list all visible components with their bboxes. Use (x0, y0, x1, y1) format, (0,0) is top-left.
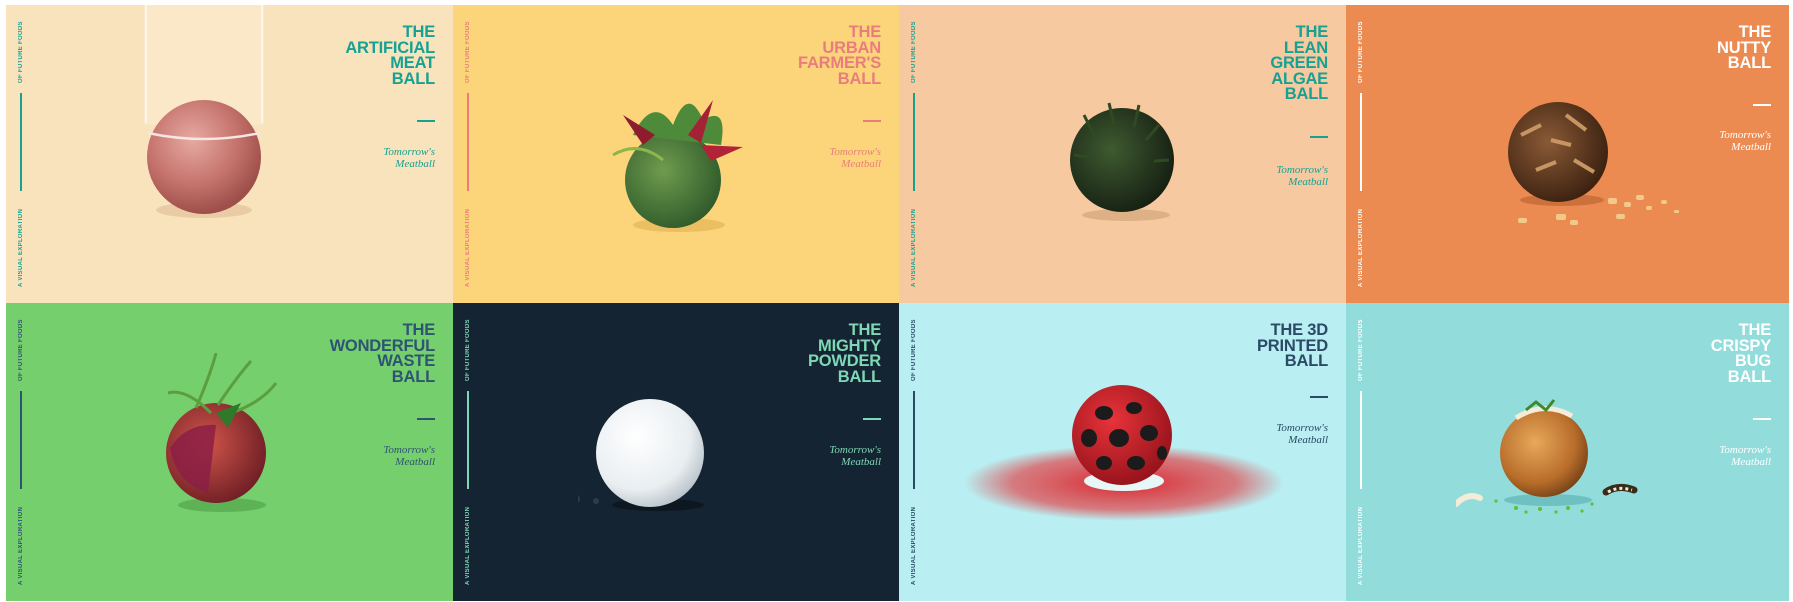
meatball-illustration (578, 399, 704, 511)
poster-grid: OF FUTURE FOODS A VISUAL EXPLORATION THE… (6, 5, 1789, 601)
side-rail: OF FUTURE FOODS A VISUAL EXPLORATION (907, 5, 921, 303)
tagline: Tomorrow's Meatball (1276, 164, 1328, 188)
side-text-bottom: A VISUAL EXPLORATION (18, 506, 24, 585)
side-text-bottom: A VISUAL EXPLORATION (911, 506, 917, 585)
side-text-bottom: A VISUAL EXPLORATION (465, 506, 471, 585)
meatball-illustration (612, 100, 743, 232)
tagline: Tomorrow's Meatball (1719, 444, 1771, 468)
panel-title: THE URBAN FARMER'S BALL (798, 23, 881, 88)
side-line (1360, 93, 1362, 191)
divider-dash (863, 120, 881, 122)
meatball-illustration (144, 5, 264, 218)
side-text-bottom: A VISUAL EXPLORATION (1358, 208, 1364, 287)
panel-title: THE ARTIFICIAL MEAT BALL (345, 23, 435, 88)
side-rail: OF FUTURE FOODS A VISUAL EXPLORATION (14, 5, 28, 303)
side-rail: OF FUTURE FOODS A VISUAL EXPLORATION (1354, 5, 1368, 303)
divider-dash (1753, 104, 1771, 106)
side-text-bottom: A VISUAL EXPLORATION (1358, 506, 1364, 585)
side-rail: OF FUTURE FOODS A VISUAL EXPLORATION (907, 303, 921, 601)
meatball-illustration (1456, 399, 1638, 514)
side-rail: OF FUTURE FOODS A VISUAL EXPLORATION (461, 5, 475, 303)
side-text-top: OF FUTURE FOODS (911, 319, 917, 381)
panel-title: THE CRISPY BUG BALL (1710, 321, 1771, 386)
side-text-bottom: A VISUAL EXPLORATION (911, 208, 917, 287)
tagline: Tomorrow's Meatball (383, 146, 435, 170)
tagline: Tomorrow's Meatball (1276, 422, 1328, 446)
side-text-top: OF FUTURE FOODS (465, 21, 471, 83)
tagline: Tomorrow's Meatball (1719, 129, 1771, 153)
divider-dash (1753, 418, 1771, 420)
panel-urban-farmers-ball: OF FUTURE FOODS A VISUAL EXPLORATION THE… (453, 5, 899, 303)
side-line (20, 93, 22, 191)
panel-lean-green-algae-ball: OF FUTURE FOODS A VISUAL EXPLORATION THE… (899, 5, 1346, 303)
divider-dash (417, 418, 435, 420)
side-text-top: OF FUTURE FOODS (911, 21, 917, 83)
side-rail: OF FUTURE FOODS A VISUAL EXPLORATION (461, 303, 475, 601)
panel-title: THE 3D PRINTED BALL (1256, 321, 1328, 370)
divider-dash (1310, 396, 1328, 398)
panel-title: THE LEAN GREEN ALGAE BALL (1270, 23, 1328, 103)
side-text-bottom: A VISUAL EXPLORATION (465, 208, 471, 287)
side-text-top: OF FUTURE FOODS (1358, 21, 1364, 83)
side-line (20, 391, 22, 489)
side-text-top: OF FUTURE FOODS (18, 319, 24, 381)
side-text-bottom: A VISUAL EXPLORATION (18, 208, 24, 287)
side-line (913, 93, 915, 191)
divider-dash (863, 418, 881, 420)
side-rail: OF FUTURE FOODS A VISUAL EXPLORATION (14, 303, 28, 601)
panel-title: THE NUTTY BALL (1717, 23, 1771, 72)
panel-nutty-ball: OF FUTURE FOODS A VISUAL EXPLORATION THE… (1346, 5, 1789, 303)
divider-dash (1310, 136, 1328, 138)
panel-wonderful-waste-ball: OF FUTURE FOODS A VISUAL EXPLORATION THE… (6, 303, 453, 601)
side-line (467, 391, 469, 489)
panel-3d-printed-ball: OF FUTURE FOODS A VISUAL EXPLORATION THE… (899, 303, 1346, 601)
tagline: Tomorrow's Meatball (829, 444, 881, 468)
side-text-top: OF FUTURE FOODS (18, 21, 24, 83)
panel-mighty-powder-ball: OF FUTURE FOODS A VISUAL EXPLORATION THE… (453, 303, 899, 601)
side-rail: OF FUTURE FOODS A VISUAL EXPLORATION (1354, 303, 1368, 601)
tagline: Tomorrow's Meatball (829, 146, 881, 170)
divider-dash (417, 120, 435, 122)
panel-title: THE WONDERFUL WASTE BALL (329, 321, 436, 386)
side-line (467, 93, 469, 191)
side-line (913, 391, 915, 489)
side-text-top: OF FUTURE FOODS (1358, 319, 1364, 381)
side-line (1360, 391, 1362, 489)
meatball-illustration (1508, 102, 1679, 225)
tagline: Tomorrow's Meatball (383, 444, 435, 468)
panel-artificial-meat-ball: OF FUTURE FOODS A VISUAL EXPLORATION THE… (6, 5, 453, 303)
panel-title: THE MIGHTY POWDER BALL (807, 321, 881, 386)
side-text-top: OF FUTURE FOODS (465, 319, 471, 381)
panel-crispy-bug-ball: OF FUTURE FOODS A VISUAL EXPLORATION THE… (1346, 303, 1789, 601)
meatball-illustration (166, 353, 278, 512)
meatball-illustration (1070, 102, 1174, 221)
meatball-illustration (964, 385, 1284, 521)
